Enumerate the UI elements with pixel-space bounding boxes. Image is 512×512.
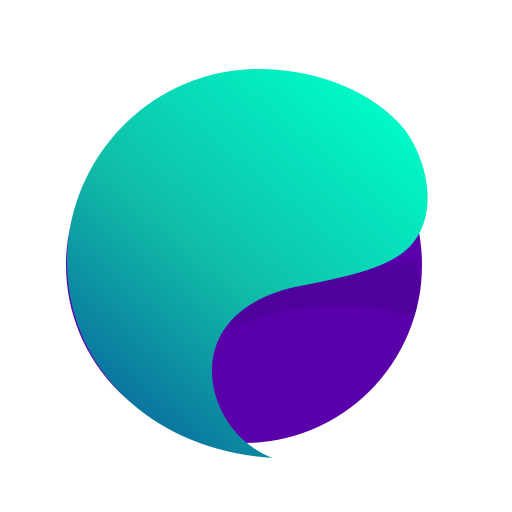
app-icon-canvas (0, 0, 512, 512)
orb-logo-icon (66, 68, 428, 458)
